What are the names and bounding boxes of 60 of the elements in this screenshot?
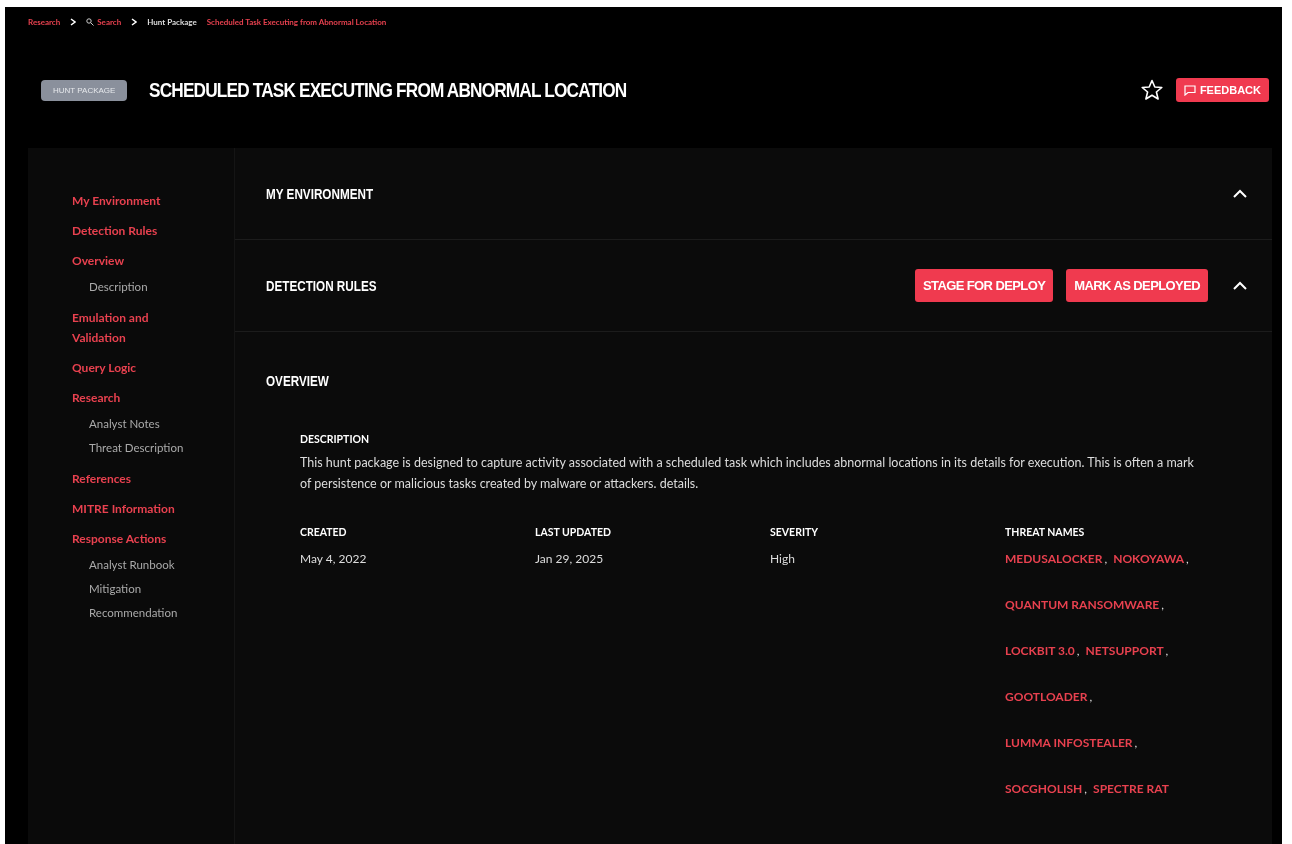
field-value: May 4, 2022	[300, 551, 368, 566]
field-label: THREAT NAMES	[1005, 526, 1086, 538]
feedback-button[interactable]: FEEDBACK	[1175, 78, 1269, 102]
threat-link[interactable]: MEDUSALOCKER	[1005, 551, 1103, 566]
sidebar-subitem[interactable]: Recommendation	[89, 604, 234, 621]
field-label: SEVERITY	[770, 526, 820, 538]
sidebar-item[interactable]: References	[72, 469, 182, 489]
page-title: SCHEDULED TASK EXECUTING FROM ABNORMAL LOCATION	[149, 78, 627, 102]
section-title: OVERVIEW	[266, 372, 330, 389]
threat-link[interactable]: SOCGHOLISH	[1005, 781, 1083, 796]
field-value: Jan 29, 2025	[535, 551, 605, 566]
separator-text: ,	[1186, 551, 1189, 566]
sidebar-subitem[interactable]: Mitigation	[89, 580, 234, 597]
type-badge: HUNT PACKAGE	[41, 79, 128, 101]
threat-link[interactable]: NOKOYAWA	[1113, 551, 1185, 566]
sidebar-item[interactable]: Research	[72, 388, 182, 408]
sidebar-item[interactable]: Emulation and Validation	[72, 308, 182, 348]
threat-link[interactable]: GOOTLOADER	[1005, 689, 1088, 704]
separator-text: ,	[1165, 643, 1169, 658]
breadcrumb-text: Hunt Package	[147, 17, 197, 27]
star-icon[interactable]	[1139, 78, 1164, 102]
separator-text: ,	[1089, 689, 1093, 704]
sidebar-subitem[interactable]: Description	[89, 278, 234, 295]
separator-text: ,	[1104, 551, 1108, 566]
sidebar-subitem[interactable]: Threat Description	[89, 439, 234, 456]
threat-link[interactable]: LUMMA INFOSTEALER	[1005, 735, 1133, 750]
breadcrumb-link[interactable]: Research	[28, 17, 61, 27]
breadcrumb-current: Scheduled Task Executing from Abnormal Location	[206, 17, 387, 27]
threat-link[interactable]: QUANTUM RANSOMWARE	[1005, 597, 1160, 612]
threat-link[interactable]: NETSUPPORT	[1085, 643, 1164, 658]
sidebar-item[interactable]: Overview	[72, 251, 182, 271]
section-title: MY ENVIRONMENT	[266, 185, 375, 202]
sidebar-item[interactable]: Detection Rules	[72, 221, 182, 241]
sidebar-item[interactable]: My Environment	[72, 191, 182, 211]
section-title: DETECTION RULES	[266, 277, 378, 294]
separator-text: ,	[1161, 597, 1164, 612]
breadcrumb-link[interactable]: Search	[86, 17, 122, 27]
sidebar-item[interactable]: Response Actions	[72, 529, 182, 549]
action-button[interactable]: MARK AS DEPLOYED	[1066, 269, 1208, 302]
description-text: This hunt package is designed to capture activity associated with a scheduled task which includes abnormal locations in its details for execution. This is often a mark of persistence or malicious tasks created by malware or attackers. details.	[300, 454, 1195, 493]
comment-icon	[1183, 84, 1196, 96]
field-label: DESCRIPTION	[300, 433, 371, 445]
chevron-right-icon	[131, 18, 138, 26]
threat-link[interactable]: SPECTRE RAT	[1093, 781, 1169, 796]
separator-text: ,	[1134, 735, 1138, 750]
field-label: CREATED	[300, 526, 348, 538]
field-label: LAST UPDATED	[535, 526, 612, 538]
action-button[interactable]: STAGE FOR DEPLOY	[914, 269, 1054, 302]
separator-text: ,	[1076, 643, 1080, 658]
sidebar-item[interactable]: MITRE Information	[72, 499, 182, 519]
threat-link[interactable]: LOCKBIT 3.0	[1005, 643, 1075, 658]
sidebar-subitem[interactable]: Analyst Notes	[89, 415, 234, 432]
field-value: High	[770, 551, 796, 566]
separator-text: ,	[1084, 781, 1088, 796]
chevron-up-icon[interactable]	[1233, 189, 1247, 198]
sidebar-subitem[interactable]: Analyst Runbook	[89, 556, 234, 573]
chevron-right-icon	[70, 18, 77, 26]
search-icon	[86, 18, 95, 26]
chevron-up-icon[interactable]	[1233, 281, 1247, 290]
sidebar-item[interactable]: Query Logic	[72, 358, 182, 378]
